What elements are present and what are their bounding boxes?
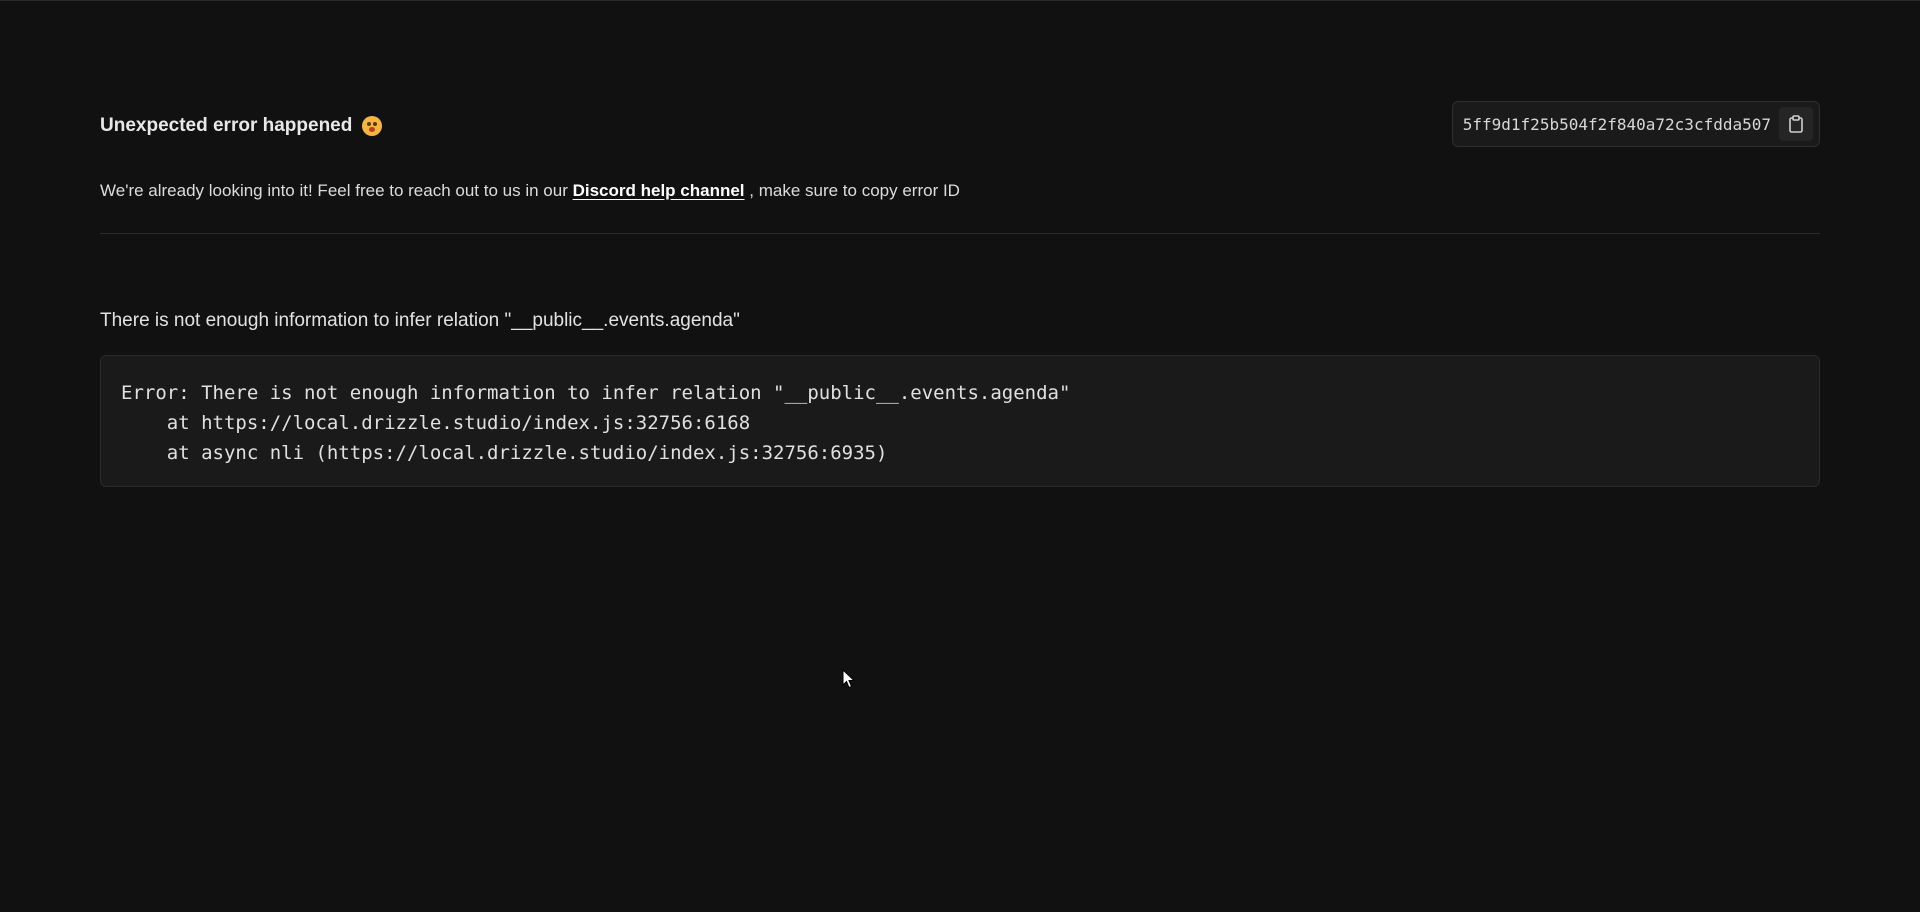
help-text-prefix: We're already looking into it! Feel free… (100, 181, 568, 200)
stack-trace-line: Error: There is not enough information t… (121, 382, 1071, 404)
error-message: There is not enough information to infer… (100, 310, 740, 331)
error-id[interactable]: 5ff9d1f25b504f2f840a72c3cfdda507 (1463, 115, 1771, 134)
error-title-text: Unexpected error happened (100, 115, 353, 136)
astonished-face-icon (362, 116, 383, 136)
discord-help-channel-link[interactable]: Discord help channel (573, 181, 745, 200)
stack-trace-line: at async nli (https://local.drizzle.stud… (121, 442, 888, 464)
stack-trace-line: at https://local.drizzle.studio/index.js… (121, 412, 751, 434)
error-page: Unexpected error happened 5ff9d1f25b504f… (0, 0, 1920, 912)
copy-error-id-button[interactable] (1779, 107, 1813, 141)
mouse-cursor-icon (842, 669, 856, 689)
clipboard-icon (1789, 115, 1803, 133)
error-id-box: 5ff9d1f25b504f2f840a72c3cfdda507 (1451, 101, 1820, 147)
stack-trace-box: Error: There is not enough information t… (100, 355, 1820, 487)
error-title: Unexpected error happened (100, 115, 383, 137)
error-header: Unexpected error happened 5ff9d1f25b504f… (100, 101, 1820, 149)
divider (100, 233, 1820, 234)
help-text: We're already looking into it! Feel free… (100, 181, 960, 201)
help-text-suffix: , make sure to copy error ID (749, 181, 960, 200)
